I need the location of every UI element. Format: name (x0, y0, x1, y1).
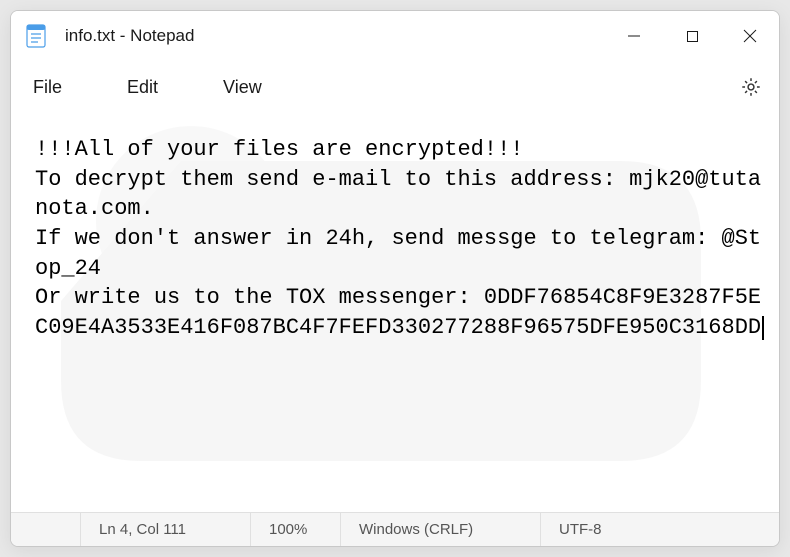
document-text: !!!All of your files are encrypted!!! To… (35, 137, 761, 340)
statusbar: Ln 4, Col 111 100% Windows (CRLF) UTF-8 (11, 512, 779, 546)
notepad-icon (25, 23, 47, 49)
status-cursor-position: Ln 4, Col 111 (81, 513, 251, 546)
status-zoom[interactable]: 100% (251, 513, 341, 546)
close-button[interactable] (721, 11, 779, 61)
notepad-window: info.txt - Notepad File Edit View !!!All… (10, 10, 780, 547)
menu-edit[interactable]: Edit (127, 77, 158, 98)
menu-file[interactable]: File (33, 77, 62, 98)
window-title: info.txt - Notepad (65, 26, 194, 46)
titlebar: info.txt - Notepad (11, 11, 779, 61)
status-line-ending: Windows (CRLF) (341, 513, 541, 546)
menu-view[interactable]: View (223, 77, 262, 98)
text-editor[interactable]: !!!All of your files are encrypted!!! To… (11, 113, 779, 512)
settings-button[interactable] (733, 69, 769, 105)
menubar: File Edit View (11, 61, 779, 113)
maximize-button[interactable] (663, 11, 721, 61)
text-caret (762, 316, 764, 340)
minimize-button[interactable] (605, 11, 663, 61)
status-encoding: UTF-8 (541, 513, 779, 546)
window-controls (605, 11, 779, 61)
